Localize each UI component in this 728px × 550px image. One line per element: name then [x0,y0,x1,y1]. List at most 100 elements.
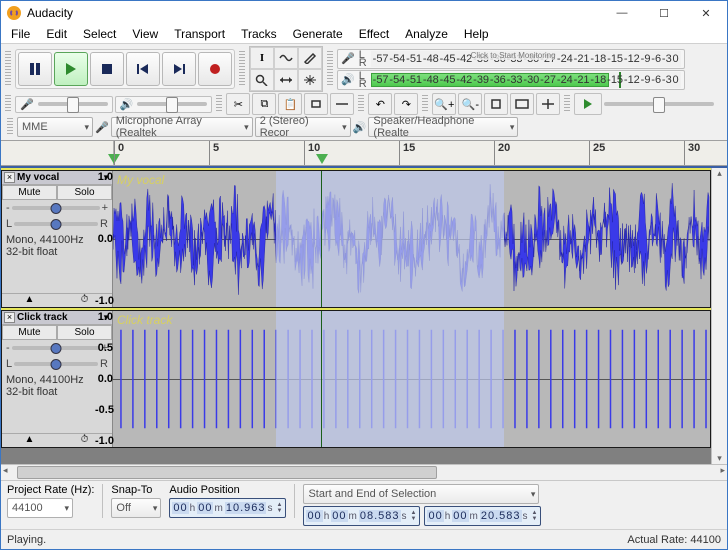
toolbar-grip[interactable] [327,51,333,87]
stop-button[interactable] [90,52,124,86]
vertical-scrollbar[interactable] [711,168,727,464]
input-device-select[interactable]: Microphone Array (Realtek [111,117,253,137]
device-toolbar: MME 🎤 Microphone Array (Realtek 2 (Stere… [3,116,725,138]
maximize-button[interactable]: ☐ [643,1,685,25]
play-meter-scale[interactable]: -57-54-51-48-45-42-39-36-33-30-27-24-21-… [371,72,681,88]
toolbar-grip[interactable] [5,51,11,87]
close-button[interactable]: ✕ [685,1,727,25]
menu-generate[interactable]: Generate [285,25,351,43]
copy-button[interactable]: ⧉ [252,93,276,115]
track-name[interactable]: Click track [17,312,100,323]
timeshift-tool[interactable] [274,69,298,91]
speaker-icon: 🔊 [353,121,367,134]
zoom-in-button[interactable]: 🔍+ [432,93,456,115]
menu-view[interactable]: View [124,25,166,43]
toolbar-grip[interactable] [239,51,245,87]
menu-transport[interactable]: Transport [166,25,233,43]
menu-help[interactable]: Help [456,25,497,43]
redo-button[interactable]: ↷ [394,93,418,115]
menu-tracks[interactable]: Tracks [233,25,285,43]
audio-position-label: Audio Position [169,484,286,496]
menu-edit[interactable]: Edit [38,25,75,43]
multi-tool[interactable] [298,69,322,91]
mute-button[interactable]: Mute [2,185,57,200]
tools-toolbar: I [249,46,323,92]
status-text: Playing. [7,534,46,546]
app-logo-icon [7,6,21,20]
track-label: Click track [117,313,172,327]
toolbar-grip[interactable] [216,95,222,113]
selection-tool[interactable]: I [250,47,274,69]
rec-meter[interactable]: 🎤 LR -57-54-51-48-45-42-39-36-33-30-27-2… [337,49,685,69]
trim-button[interactable] [304,93,328,115]
skip-start-button[interactable] [126,52,160,86]
track-label: My vocal [117,173,164,187]
menu-effect[interactable]: Effect [351,25,397,43]
input-channels-select[interactable]: 2 (Stereo) Recor [255,117,351,137]
audio-host-select[interactable]: MME [17,117,93,137]
minimize-button[interactable]: — [601,1,643,25]
title-bar: Audacity — ☐ ✕ [1,1,727,25]
cut-button[interactable]: ✂ [226,93,250,115]
actual-rate-text: Actual Rate: 44100 [627,534,721,546]
mute-button[interactable]: Mute [2,325,57,340]
toolbar-grip[interactable] [358,95,364,113]
zoom-out-button[interactable]: 🔍- [458,93,482,115]
waveform[interactable]: My vocal1.00.0-1.0 [113,171,710,307]
horizontal-scrollbar[interactable] [1,464,727,480]
timeline-ruler[interactable]: 051015202530 [1,140,727,166]
project-rate-select[interactable]: 44100 [7,498,73,518]
toolbar-grip[interactable] [564,95,570,113]
selection-end-field[interactable]: 00h00m20.583s▲▼ [424,506,541,526]
silence-button[interactable] [330,93,354,115]
play-speed-slider[interactable] [604,102,714,106]
collapse-button[interactable]: ▲ [2,434,57,447]
zoom-toggle-button[interactable] [536,93,560,115]
track: × Click track ▼ Mute Solo -+ LR Mono, 44… [1,310,711,448]
selection-start-field[interactable]: 00h00m08.583s▲▼ [303,506,420,526]
skip-end-button[interactable] [162,52,196,86]
output-device-select[interactable]: Speaker/Headphone (Realte [368,117,518,137]
playhead-icon[interactable] [316,154,328,164]
fit-selection-button[interactable] [484,93,508,115]
speaker-icon: 🔊 [341,73,355,86]
play-button[interactable] [54,52,88,86]
menu-analyze[interactable]: Analyze [397,25,456,43]
play-meter[interactable]: 🔊 LR -57-54-51-48-45-42-39-36-33-30-27-2… [337,70,685,90]
mic-icon: 🎤 [20,98,34,111]
track-close-button[interactable]: × [4,172,15,183]
rec-volume-slider[interactable]: 🎤 [15,96,113,113]
toolbar-grip[interactable] [7,118,13,136]
play-at-speed-button[interactable] [574,93,602,115]
rec-meter-scale[interactable]: -57-54-51-48-45-42-39-36-33-30-27-24-21-… [371,51,681,67]
pan-slider[interactable] [14,362,98,366]
record-button[interactable] [198,52,232,86]
envelope-tool[interactable] [274,47,298,69]
selection-type-select[interactable]: Start and End of Selection [303,484,539,504]
toolbar-grip[interactable] [5,95,11,113]
pan-slider[interactable] [14,222,98,226]
zoom-tool[interactable] [250,69,274,91]
toolbar-grip[interactable] [422,95,428,113]
collapse-button[interactable]: ▲ [2,294,57,307]
gain-slider[interactable] [12,206,100,210]
play-cursor [321,311,322,447]
undo-button[interactable]: ↶ [368,93,392,115]
menu-select[interactable]: Select [75,25,124,43]
play-volume-slider[interactable]: 🔊 [115,96,213,113]
snap-to-label: Snap-To [111,484,161,496]
pause-button[interactable] [18,52,52,86]
speaker-icon: 🔊 [120,98,134,111]
draw-tool[interactable] [298,47,322,69]
menu-file[interactable]: File [3,25,38,43]
waveform[interactable]: Click track1.00.50.0-0.5-1.0 [113,311,710,447]
snap-to-select[interactable]: Off [111,498,161,518]
paste-button[interactable]: 📋 [278,93,302,115]
fit-project-button[interactable] [510,93,534,115]
gain-slider[interactable] [12,346,100,350]
track-name[interactable]: My vocal [17,172,100,183]
track-close-button[interactable]: × [4,312,15,323]
start-monitoring-text[interactable]: Click to Start Monitoring [471,51,556,60]
audio-position-field[interactable]: 00h00m10.963s▲▼ [169,498,286,518]
tracks-panel: × My vocal ▼ Mute Solo -+ LR Mono, 44100… [1,166,727,464]
